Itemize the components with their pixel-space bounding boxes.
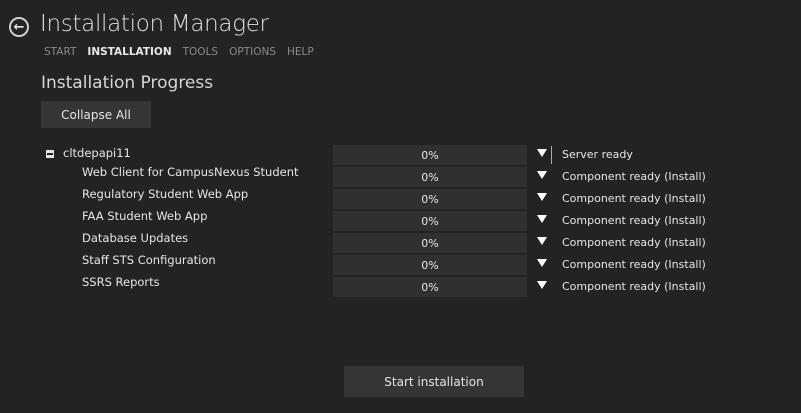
dropdown-arrow-icon[interactable]: [537, 237, 547, 245]
component-row: FAA Student Web App 0% Component ready (…: [0, 209, 801, 233]
status-text: Component ready (Install): [562, 236, 706, 249]
dropdown-arrow-icon[interactable]: [537, 193, 547, 201]
dropdown-arrow-icon[interactable]: [537, 215, 547, 223]
component-name: Regulatory Student Web App: [82, 187, 249, 201]
collapse-all-button[interactable]: Collapse All: [41, 101, 151, 128]
progress-bar: 0%: [333, 189, 527, 209]
progress-bar: 0%: [333, 233, 527, 253]
collapse-toggle-icon[interactable]: [46, 150, 54, 158]
status-text: Component ready (Install): [562, 170, 706, 183]
back-arrow-icon: ←: [13, 19, 25, 35]
component-row: Database Updates 0% Component ready (Ins…: [0, 231, 801, 255]
dropdown-arrow-icon[interactable]: [537, 259, 547, 267]
component-row: Staff STS Configuration 0% Component rea…: [0, 253, 801, 277]
server-name: cltdepapi11: [63, 146, 131, 160]
progress-bar: 0%: [333, 167, 527, 187]
status-text: Component ready (Install): [562, 258, 706, 271]
section-title: Installation Progress: [41, 73, 214, 93]
dropdown-arrow-icon[interactable]: [537, 171, 547, 179]
status-text: Component ready (Install): [562, 214, 706, 227]
nav-start[interactable]: START: [44, 46, 76, 58]
dropdown-arrow-icon[interactable]: [537, 281, 547, 289]
divider: [551, 146, 552, 164]
start-installation-button[interactable]: Start installation: [344, 366, 524, 397]
component-name: SSRS Reports: [82, 275, 160, 289]
status-text: Component ready (Install): [562, 192, 706, 205]
nav-help[interactable]: HELP: [287, 46, 314, 58]
back-button[interactable]: ←: [9, 17, 29, 37]
component-name: Web Client for CampusNexus Student: [82, 165, 299, 179]
component-row: SSRS Reports 0% Component ready (Install…: [0, 275, 801, 299]
dropdown-arrow-icon[interactable]: [537, 149, 547, 157]
nav-installation[interactable]: INSTALLATION: [87, 46, 171, 58]
component-row: Web Client for CampusNexus Student 0% Co…: [0, 165, 801, 189]
component-name: Staff STS Configuration: [82, 253, 216, 267]
server-row: cltdepapi11 0% Server ready: [0, 145, 801, 167]
status-text: Server ready: [562, 148, 633, 161]
progress-bar: 0%: [333, 277, 527, 297]
progress-bar: 0%: [333, 255, 527, 275]
progress-bar: 0%: [333, 145, 527, 165]
component-row: Regulatory Student Web App 0% Component …: [0, 187, 801, 211]
nav-bar: START INSTALLATION TOOLS OPTIONS HELP: [44, 46, 314, 58]
component-name: FAA Student Web App: [82, 209, 208, 223]
app-title: Installation Manager: [40, 11, 269, 37]
progress-bar: 0%: [333, 211, 527, 231]
component-name: Database Updates: [82, 231, 189, 245]
status-text: Component ready (Install): [562, 280, 706, 293]
nav-tools[interactable]: TOOLS: [183, 46, 218, 58]
nav-options[interactable]: OPTIONS: [229, 46, 276, 58]
